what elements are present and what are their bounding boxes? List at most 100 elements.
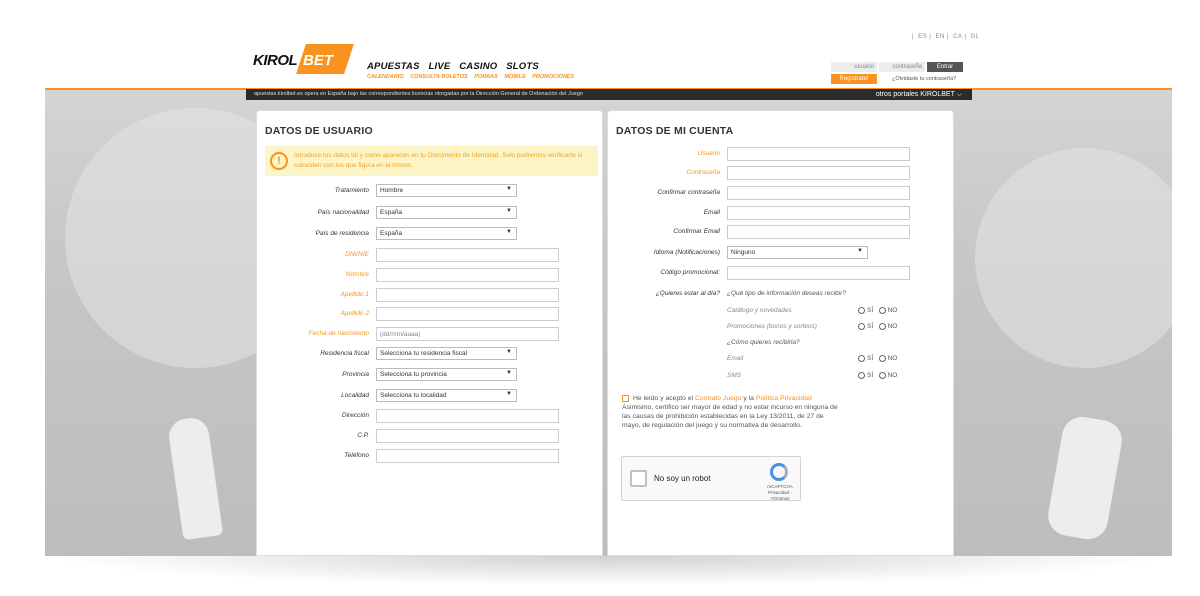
label-codigo: Código promocional: bbox=[660, 269, 720, 276]
other-portals-dropdown[interactable]: otros portales KIROLBET ⌵ bbox=[876, 91, 962, 99]
label-no: NO bbox=[887, 323, 898, 331]
label-news-sms: SMS bbox=[727, 372, 742, 379]
header: | ES | EN | CA | GL KIROL BET APUESTAS LIVE… bbox=[0, 0, 1200, 88]
input-telefono[interactable] bbox=[376, 449, 559, 463]
caret-down-icon: ▼ bbox=[857, 248, 863, 254]
label-localidad: Localidad bbox=[341, 392, 369, 399]
label-idioma: Idioma (Notificaciones) bbox=[653, 249, 720, 256]
login-form: usuario contraseña Entrar bbox=[831, 62, 963, 72]
row-confirmar-email: Confirmar Email bbox=[608, 225, 955, 239]
logo-text-light: BET bbox=[303, 52, 333, 69]
select-idioma[interactable]: Ninguno ▼ bbox=[727, 246, 868, 259]
login-user-input[interactable]: usuario bbox=[831, 62, 877, 72]
input-nombre[interactable] bbox=[376, 268, 559, 282]
subnav-calendario[interactable]: CALENDARIO bbox=[367, 74, 404, 80]
label-news-email: Email bbox=[727, 355, 744, 362]
row-how: ¿Cómo quieres recibirla? bbox=[608, 336, 955, 350]
caret-down-icon: ▼ bbox=[506, 229, 512, 235]
forgot-password-link[interactable]: ¿Olvidaste tu contraseña? bbox=[892, 76, 956, 82]
legal-prefix: He leído y acepto el bbox=[633, 395, 695, 402]
recaptcha-checkbox[interactable] bbox=[630, 470, 647, 487]
page-shadow bbox=[45, 556, 1172, 586]
subnav-consulta[interactable]: CONSULTA BOLETOS bbox=[410, 74, 468, 80]
label-tratamiento: Tratamiento bbox=[334, 187, 369, 194]
label-how-question: ¿Cómo quieres recibirla? bbox=[727, 339, 800, 346]
label-si: SÍ bbox=[867, 355, 874, 363]
register-button[interactable]: Registrate! bbox=[831, 74, 877, 84]
logo-text-dark: KIROL bbox=[253, 52, 298, 69]
row-residencia: País de residencia España ▼ bbox=[257, 227, 604, 241]
radio-sms-no[interactable] bbox=[878, 372, 886, 379]
row-usuario: Usuario bbox=[608, 147, 955, 161]
input-confirmar-contrasena[interactable] bbox=[727, 186, 910, 200]
lang-ca[interactable]: CA bbox=[953, 34, 962, 40]
input-direccion[interactable] bbox=[376, 409, 559, 423]
select-fiscal[interactable]: Selecciona tu residencia fiscal ▼ bbox=[376, 347, 517, 360]
nav-slots[interactable]: SLOTS bbox=[506, 61, 539, 72]
select-residencia[interactable]: España ▼ bbox=[376, 227, 517, 240]
login-pass-input[interactable]: contraseña bbox=[879, 62, 925, 72]
caret-down-icon: ▼ bbox=[506, 186, 512, 192]
row-idioma: Idioma (Notificaciones) Ninguno ▼ bbox=[608, 246, 955, 260]
nav-live[interactable]: LIVE bbox=[428, 61, 450, 72]
label-contrasena: Contraseña bbox=[686, 169, 720, 176]
legal-text: He leído y acepto el Contrato Juego y la… bbox=[622, 394, 844, 430]
radio-email-no[interactable] bbox=[878, 355, 886, 362]
input-email[interactable] bbox=[727, 206, 910, 220]
license-text: apuestas.kirolbet.es opera en España baj… bbox=[254, 91, 583, 97]
radio-catalogo-no[interactable] bbox=[878, 307, 886, 314]
promociones-radios: SÍ NO bbox=[858, 323, 897, 330]
row-confirmar-contrasena: Confirmar contraseña bbox=[608, 186, 955, 200]
label-dni: DNI/NIE bbox=[345, 251, 369, 258]
select-tratamiento[interactable]: Hombre ▼ bbox=[376, 184, 517, 197]
radio-email-si[interactable] bbox=[858, 355, 865, 362]
subnav-porras[interactable]: PORRAS bbox=[474, 74, 498, 80]
identity-warning: ! Introduce tus datos tal y como aparece… bbox=[265, 146, 598, 176]
subnav-mobile[interactable]: MOBILE bbox=[504, 74, 525, 80]
row-email: Email bbox=[608, 206, 955, 220]
login-enter-button[interactable]: Entrar bbox=[927, 62, 963, 72]
row-apellido1: Apellido 1 bbox=[257, 288, 604, 302]
input-cp[interactable] bbox=[376, 429, 559, 443]
label-nacionalidad: País nacionalidad bbox=[317, 209, 369, 216]
radio-promociones-no[interactable] bbox=[878, 323, 886, 330]
radio-sms-si[interactable] bbox=[858, 372, 865, 379]
background-blur bbox=[975, 148, 1172, 368]
row-catalogo: Catálogo y novedades SÍ NO bbox=[608, 304, 955, 318]
input-dni[interactable] bbox=[376, 248, 559, 262]
kirolbet-logo[interactable]: KIROL BET bbox=[253, 44, 354, 78]
subnav-promociones[interactable]: PROMOCIONES bbox=[532, 74, 574, 80]
warning-icon: ! bbox=[270, 152, 288, 170]
lang-es[interactable]: ES bbox=[918, 34, 927, 40]
select-value: España bbox=[380, 230, 403, 237]
row-promociones: Promociones (bonos y sorteos) SÍ NO bbox=[608, 320, 955, 334]
label-direccion: Dirección bbox=[341, 412, 369, 419]
hand-illustration bbox=[1045, 413, 1125, 543]
lang-gl[interactable]: GL bbox=[971, 34, 980, 40]
input-usuario[interactable] bbox=[727, 147, 910, 161]
input-confirmar-email[interactable] bbox=[727, 225, 910, 239]
recaptcha-links[interactable]: Privacidad - Términos bbox=[768, 490, 792, 501]
label-email: Email bbox=[703, 209, 720, 216]
nav-apuestas[interactable]: APUESTAS bbox=[367, 61, 420, 72]
input-nacimiento[interactable]: (dd/mm/aaaa) bbox=[376, 327, 559, 341]
label-residencia: País de residencia bbox=[315, 230, 369, 237]
contract-link[interactable]: Contrato Juego bbox=[695, 395, 741, 402]
caret-down-icon: ▼ bbox=[506, 370, 512, 376]
legal-and: y la bbox=[741, 395, 756, 402]
privacy-link[interactable]: Política Privacidad bbox=[756, 395, 812, 402]
input-apellido2[interactable] bbox=[376, 307, 559, 321]
select-localidad[interactable]: Selecciona tu localidad ▼ bbox=[376, 389, 517, 402]
lang-en[interactable]: EN bbox=[935, 34, 944, 40]
input-apellido1[interactable] bbox=[376, 288, 559, 302]
input-codigo[interactable] bbox=[727, 266, 910, 280]
label-provincia: Provincia bbox=[342, 371, 369, 378]
nav-casino[interactable]: CASINO bbox=[459, 61, 497, 72]
radio-catalogo-si[interactable] bbox=[858, 307, 865, 314]
input-contrasena[interactable] bbox=[727, 166, 910, 180]
select-nacionalidad[interactable]: España ▼ bbox=[376, 206, 517, 219]
select-provincia[interactable]: Selecciona tu provincia ▼ bbox=[376, 368, 517, 381]
radio-promociones-si[interactable] bbox=[858, 323, 865, 330]
main-nav: APUESTAS LIVE CASINO SLOTS bbox=[367, 61, 545, 72]
label-promociones: Promociones (bonos y sorteos) bbox=[727, 323, 817, 330]
